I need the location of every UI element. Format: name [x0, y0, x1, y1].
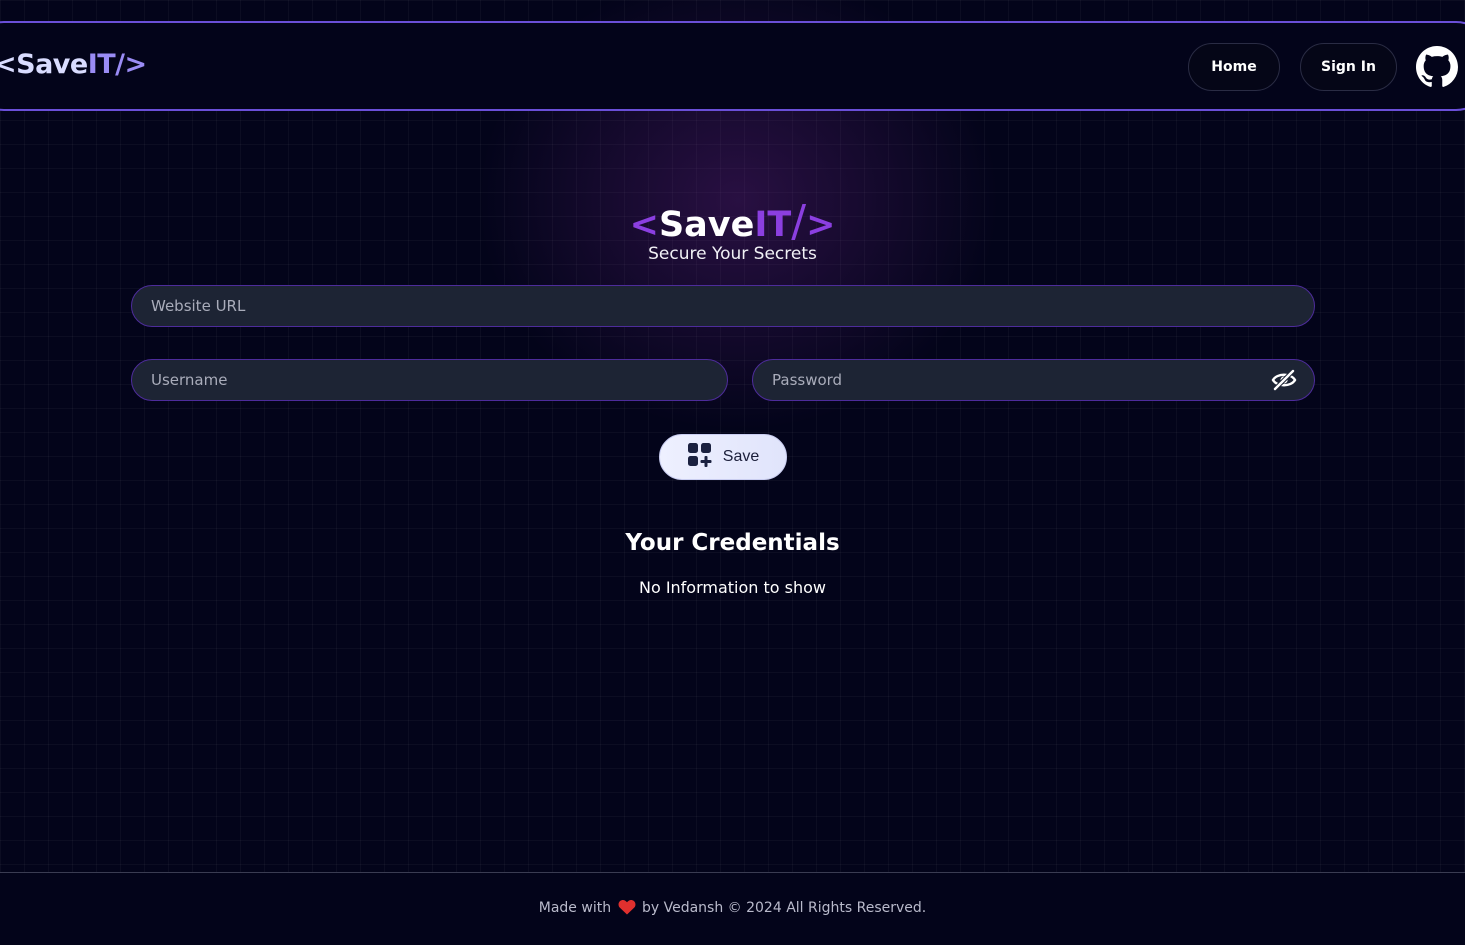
hero-logo-bracket-open: < [629, 205, 659, 245]
add-grid-icon [687, 442, 713, 473]
heart-icon [618, 899, 636, 915]
nav-logo-bracket: < [0, 49, 17, 80]
hero-logo-slash: / [791, 196, 807, 247]
hero-logo: <SaveIT/> [0, 196, 1465, 247]
credentials-heading: Your Credentials [625, 530, 840, 556]
save-button-label: Save [722, 448, 760, 465]
username-field [131, 359, 728, 401]
hero-tagline: Secure Your Secrets [648, 244, 817, 264]
hero-logo-bracket-close: > [806, 205, 836, 245]
nav-logo-text: Save [16, 49, 88, 80]
page: <SaveIT/> Home Sign In <SaveIT/> Secure … [0, 0, 1465, 945]
hero-logo-save: Save [658, 205, 755, 245]
password-input[interactable] [770, 370, 1263, 390]
save-button[interactable]: Save [659, 434, 787, 480]
username-input[interactable] [149, 370, 710, 390]
hero-logo-it: IT [754, 205, 792, 245]
home-button[interactable]: Home [1188, 43, 1280, 91]
password-field [752, 359, 1315, 401]
nav-logo-accent: IT/> [87, 49, 147, 80]
credentials-empty-message: No Information to show [638, 578, 827, 597]
website-url-input[interactable] [149, 296, 1297, 316]
sign-in-button[interactable]: Sign In [1300, 43, 1397, 91]
github-icon[interactable] [1416, 46, 1458, 88]
website-url-field [131, 285, 1315, 327]
eye-slash-icon[interactable] [1271, 369, 1297, 391]
nav-logo[interactable]: <SaveIT/> [0, 49, 147, 80]
footer-prefix: Made with [538, 900, 612, 916]
footer: Made with by Vedansh © 2024 All Rights R… [0, 872, 1465, 945]
footer-text: Made with by Vedansh © 2024 All Rights R… [0, 899, 1465, 916]
footer-suffix: by Vedansh © 2024 All Rights Reserved. [641, 900, 927, 916]
